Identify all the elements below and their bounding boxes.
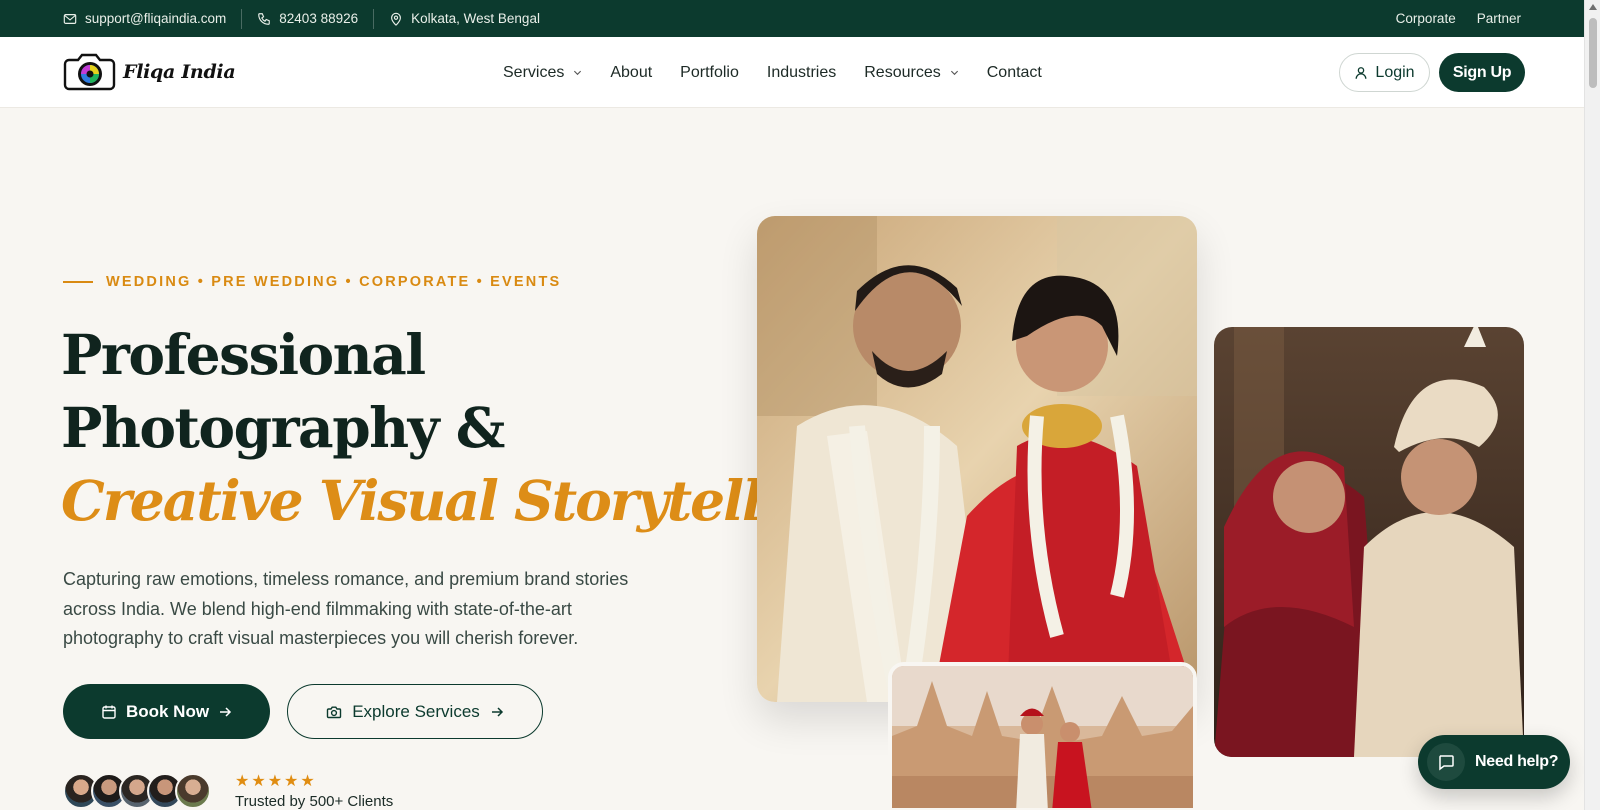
nav-services-label: Services [503,63,565,81]
eyebrow-text: WEDDING • PRE WEDDING • CORPORATE • EVEN… [106,274,562,290]
arrow-right-icon [491,706,503,717]
hero-description: Capturing raw emotions, timeless romance… [63,569,629,648]
phone-contact[interactable]: 82403 88926 [257,11,358,26]
main-nav: Services About Portfolio Industries Reso… [503,37,1042,108]
location-info: Kolkata, West Bengal [389,11,540,26]
chat-icon [1439,755,1454,771]
mail-icon [63,13,77,24]
map-pin-icon [391,12,402,26]
couple-photo-main-image [757,216,1197,702]
page-scrollbar[interactable] [1584,0,1600,810]
phone-text: 82403 88926 [279,11,359,26]
location-text: Kolkata, West Bengal [411,11,540,26]
scroll-up-arrow-icon[interactable] [1589,4,1597,10]
couple-photo-main [757,216,1197,702]
nav-contact[interactable]: Contact [987,64,1042,82]
nav-about-label: About [610,63,653,81]
rating-stars: ★★★★★ [235,773,317,790]
hero-title-highlight: Creative Visual Storytelling [61,468,856,533]
divider [373,8,375,29]
nav-about[interactable]: About [610,64,652,82]
email-contact[interactable]: support@fliqaindia.com [63,11,226,26]
user-icon [1355,66,1367,79]
nav-portfolio[interactable]: Portfolio [680,64,739,82]
chat-bubble-icon-wrap [1427,743,1465,781]
couple-photo-side-image [1214,327,1524,757]
camera-logo-icon [63,53,116,91]
eyebrow-line [63,281,93,283]
hero-eyebrow: WEDDING • PRE WEDDING • CORPORATE • EVEN… [63,274,561,290]
signup-button[interactable]: Sign Up [1439,53,1525,92]
need-help-chat-button[interactable]: Need help? [1418,735,1570,789]
calendar-icon [102,705,116,719]
chevron-down-icon [574,70,582,76]
avatar [175,773,211,809]
corporate-link[interactable]: Corporate [1396,11,1456,26]
hero-title-line2: Photography & [61,395,505,460]
login-label: Login [1375,63,1415,81]
camera-icon [327,706,342,718]
book-now-label: Book Now [125,701,210,721]
nav-industries[interactable]: Industries [767,64,836,82]
couple-photo-side [1214,327,1524,757]
divider [241,8,243,29]
main-header: Fliqa India Services About Portfolio Ind… [0,37,1584,108]
nav-industries-label: Industries [766,63,837,81]
temple-couple-photo-image [892,666,1193,808]
signup-label: Sign Up [1452,63,1512,81]
temple-couple-photo [888,662,1197,810]
book-now-button[interactable]: Book Now [63,684,270,739]
top-contact-bar: support@fliqaindia.com 82403 88926 Kolka… [0,0,1584,37]
login-button[interactable]: Login [1339,53,1430,92]
partner-link[interactable]: Partner [1477,11,1521,26]
nav-services[interactable]: Services [503,64,582,82]
need-help-label: Need help? [1475,753,1559,770]
chevron-down-icon [950,70,958,76]
trusted-text: Trusted by 500+ Clients [235,793,394,810]
scrollbar-thumb[interactable] [1589,18,1597,88]
client-avatars [63,773,211,809]
phone-icon [258,12,271,25]
arrow-right-icon [220,706,232,717]
explore-services-button[interactable]: Explore Services [287,684,543,739]
nav-resources-label: Resources [864,63,941,81]
explore-services-label: Explore Services [352,701,480,721]
nav-resources[interactable]: Resources [864,64,958,82]
logo[interactable]: Fliqa India [63,51,236,93]
nav-contact-label: Contact [986,63,1042,81]
hero-title: Professional Photography & Creative Visu… [61,318,856,537]
hero-title-line1: Professional [61,322,426,387]
logo-text: Fliqa India [123,61,236,83]
nav-portfolio-label: Portfolio [680,63,739,81]
email-text: support@fliqaindia.com [85,11,227,26]
